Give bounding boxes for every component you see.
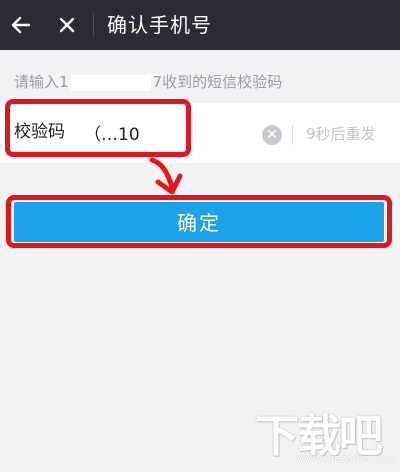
annotation-highlight-input xyxy=(5,99,191,157)
header-divider xyxy=(93,13,94,37)
annotation-arrow-icon xyxy=(149,157,183,195)
masked-phone-number xyxy=(70,74,151,91)
hint-suffix: 7收到的短信校验码 xyxy=(152,73,283,91)
row-divider xyxy=(292,125,293,145)
clear-icon[interactable]: ✕ xyxy=(262,125,282,145)
page-title: 确认手机号 xyxy=(107,13,212,37)
watermark-url: www.xiazaiba.com xyxy=(295,452,398,465)
close-icon[interactable] xyxy=(54,12,80,38)
watermark-logo: 下载吧 www.xiazaiba.com xyxy=(255,400,398,468)
resend-countdown: 9秒后重发 xyxy=(306,125,376,143)
top-bar: 确认手机号 xyxy=(0,0,400,50)
sms-hint: 请输入1 7收到的短信校验码 xyxy=(14,71,282,92)
back-arrow-icon[interactable] xyxy=(8,12,34,38)
annotation-highlight-button xyxy=(6,195,392,248)
hint-prefix: 请输入1 xyxy=(14,73,69,91)
